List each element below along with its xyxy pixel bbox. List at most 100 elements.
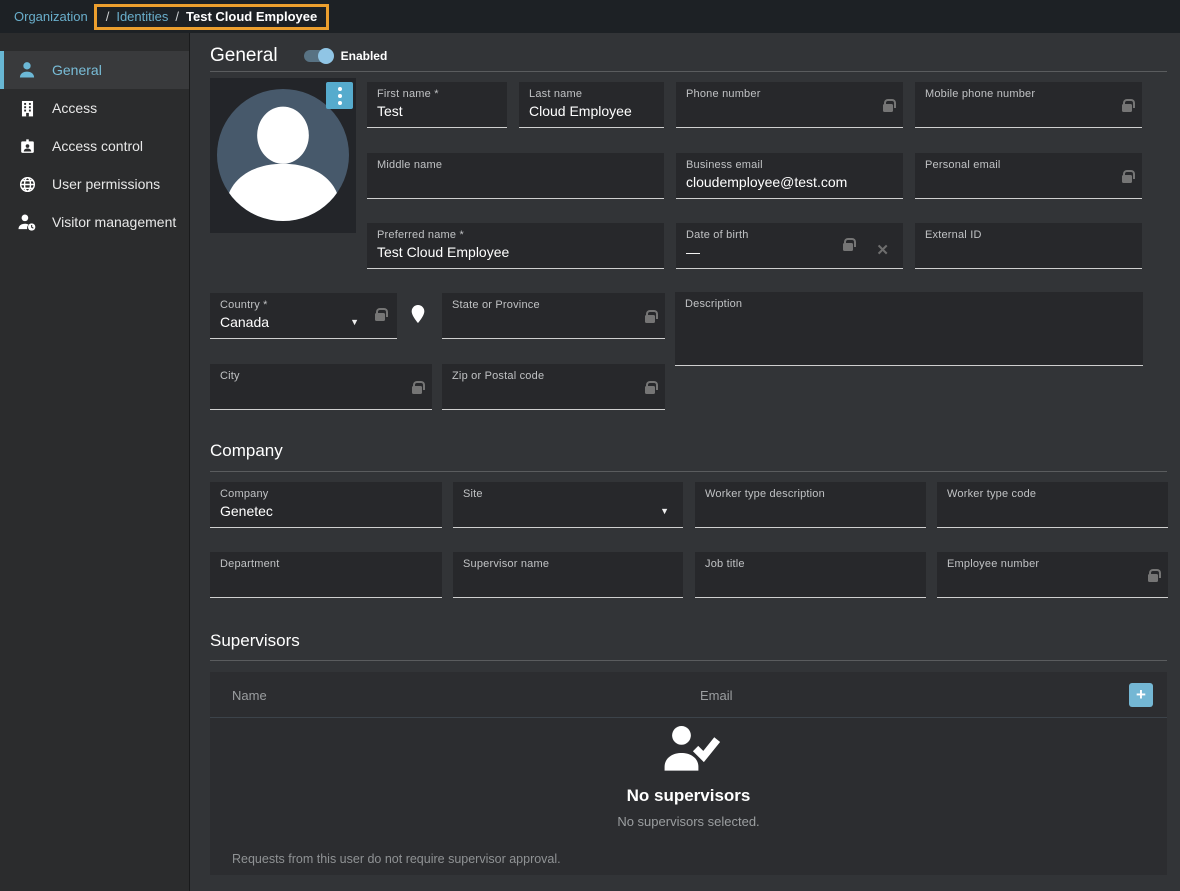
description-field[interactable]: Description <box>675 292 1143 366</box>
field-value: cloudemployee@test.com <box>686 174 893 191</box>
enabled-toggle[interactable]: Enabled <box>304 49 388 63</box>
profile-photo[interactable] <box>210 78 356 233</box>
job-title-field[interactable]: Job title <box>695 552 926 598</box>
field-value <box>947 503 1158 520</box>
sidebar-item-label: Access <box>52 100 97 116</box>
field-label: Description <box>685 298 1133 310</box>
sidebar: General Access Access control User permi… <box>0 33 190 891</box>
field-label: Preferred name * <box>377 229 654 241</box>
chevron-down-icon: ▼ <box>350 317 359 327</box>
business-email-field[interactable]: Business email cloudemployee@test.com <box>676 153 903 199</box>
last-name-field[interactable]: Last name Cloud Employee <box>519 82 664 128</box>
site-select[interactable]: Site ▼ <box>453 482 683 528</box>
sidebar-item-label: Access control <box>52 138 143 154</box>
lock-icon <box>412 386 422 394</box>
field-label: Department <box>220 558 432 570</box>
toggle-switch-icon[interactable] <box>304 50 332 62</box>
person-icon <box>17 60 37 80</box>
lock-icon <box>1122 175 1132 183</box>
company-divider <box>210 471 1167 472</box>
breadcrumb: Organization / Identities / Test Cloud E… <box>0 0 1180 33</box>
breadcrumb-organization[interactable]: Organization <box>14 9 88 24</box>
photo-menu-button[interactable] <box>326 82 353 109</box>
field-value <box>220 385 422 402</box>
field-value <box>685 313 1133 330</box>
field-label: Country * <box>220 299 387 311</box>
breadcrumb-highlight-box: / Identities / Test Cloud Employee <box>94 4 330 30</box>
field-value <box>377 174 654 191</box>
field-label: Zip or Postal code <box>452 370 655 382</box>
city-field[interactable]: City <box>210 364 432 410</box>
sidebar-item-label: Visitor management <box>52 214 176 230</box>
breadcrumb-separator: / <box>106 9 110 24</box>
column-header-name: Name <box>232 688 267 703</box>
first-name-field[interactable]: First name * Test <box>367 82 507 128</box>
field-label: Supervisor name <box>463 558 673 570</box>
clear-icon[interactable]: ✕ <box>876 241 889 259</box>
field-value <box>463 573 673 590</box>
field-value: Cloud Employee <box>529 103 654 120</box>
sidebar-item-visitor-management[interactable]: Visitor management <box>0 203 189 241</box>
country-select[interactable]: Country * Canada ▼ <box>210 293 397 339</box>
field-value <box>686 103 893 120</box>
supervisors-section-title: Supervisors <box>210 631 300 651</box>
lock-icon <box>843 243 853 251</box>
field-label: Employee number <box>947 558 1158 570</box>
preferred-name-field[interactable]: Preferred name * Test Cloud Employee <box>367 223 664 269</box>
person-clock-icon <box>17 212 37 232</box>
lock-icon <box>645 386 655 394</box>
page-title: General <box>210 45 278 67</box>
supervisor-name-field[interactable]: Supervisor name <box>453 552 683 598</box>
middle-name-field[interactable]: Middle name <box>367 153 664 199</box>
field-label: Phone number <box>686 88 893 100</box>
field-value <box>925 244 1132 261</box>
employee-number-field[interactable]: Employee number <box>937 552 1168 598</box>
badge-icon <box>17 136 37 156</box>
field-label: First name * <box>377 88 497 100</box>
sidebar-item-general[interactable]: General <box>0 51 189 89</box>
field-value <box>452 314 655 331</box>
main-content: General Enabled First name * Test Last n… <box>191 33 1180 891</box>
field-value <box>705 503 916 520</box>
column-header-email: Email <box>700 688 733 703</box>
company-field[interactable]: Company Genetec <box>210 482 442 528</box>
supervisors-panel: Name Email + No supervisors No superviso… <box>210 672 1167 875</box>
mobile-phone-number-field[interactable]: Mobile phone number <box>915 82 1142 128</box>
chevron-down-icon: ▼ <box>660 506 669 516</box>
enabled-toggle-label: Enabled <box>341 49 388 63</box>
state-or-province-field[interactable]: State or Province <box>442 293 665 339</box>
building-icon <box>17 98 37 118</box>
supervisors-divider <box>210 660 1167 661</box>
supervisors-table-header: Name Email + <box>210 672 1167 718</box>
sidebar-item-label: General <box>52 62 102 78</box>
breadcrumb-identities[interactable]: Identities <box>116 9 168 24</box>
phone-number-field[interactable]: Phone number <box>676 82 903 128</box>
field-label: Site <box>463 488 673 500</box>
company-section-title: Company <box>210 441 283 461</box>
personal-email-field[interactable]: Personal email <box>915 153 1142 199</box>
sidebar-item-access[interactable]: Access <box>0 89 189 127</box>
worker-type-code-field[interactable]: Worker type code <box>937 482 1168 528</box>
department-field[interactable]: Department <box>210 552 442 598</box>
globe-icon <box>17 174 37 194</box>
sidebar-item-label: User permissions <box>52 176 160 192</box>
empty-state-subtitle: No supervisors selected. <box>210 814 1167 829</box>
location-pin-icon <box>407 302 429 326</box>
field-value <box>705 573 916 590</box>
field-value <box>452 385 655 402</box>
field-value: Test Cloud Employee <box>377 244 654 261</box>
field-label: Business email <box>686 159 893 171</box>
field-value: Genetec <box>220 503 432 520</box>
sidebar-item-access-control[interactable]: Access control <box>0 127 189 165</box>
sidebar-item-user-permissions[interactable]: User permissions <box>0 165 189 203</box>
supervisors-empty-state: No supervisors No supervisors selected. <box>210 724 1167 829</box>
field-label: Company <box>220 488 432 500</box>
worker-type-description-field[interactable]: Worker type description <box>695 482 926 528</box>
lock-icon <box>375 313 385 321</box>
zip-or-postal-code-field[interactable]: Zip or Postal code <box>442 364 665 410</box>
add-supervisor-button[interactable]: + <box>1129 683 1153 707</box>
external-id-field[interactable]: External ID <box>915 223 1142 269</box>
field-label: Middle name <box>377 159 654 171</box>
breadcrumb-separator: / <box>175 9 179 24</box>
date-of-birth-field[interactable]: Date of birth — ✕ <box>676 223 903 269</box>
